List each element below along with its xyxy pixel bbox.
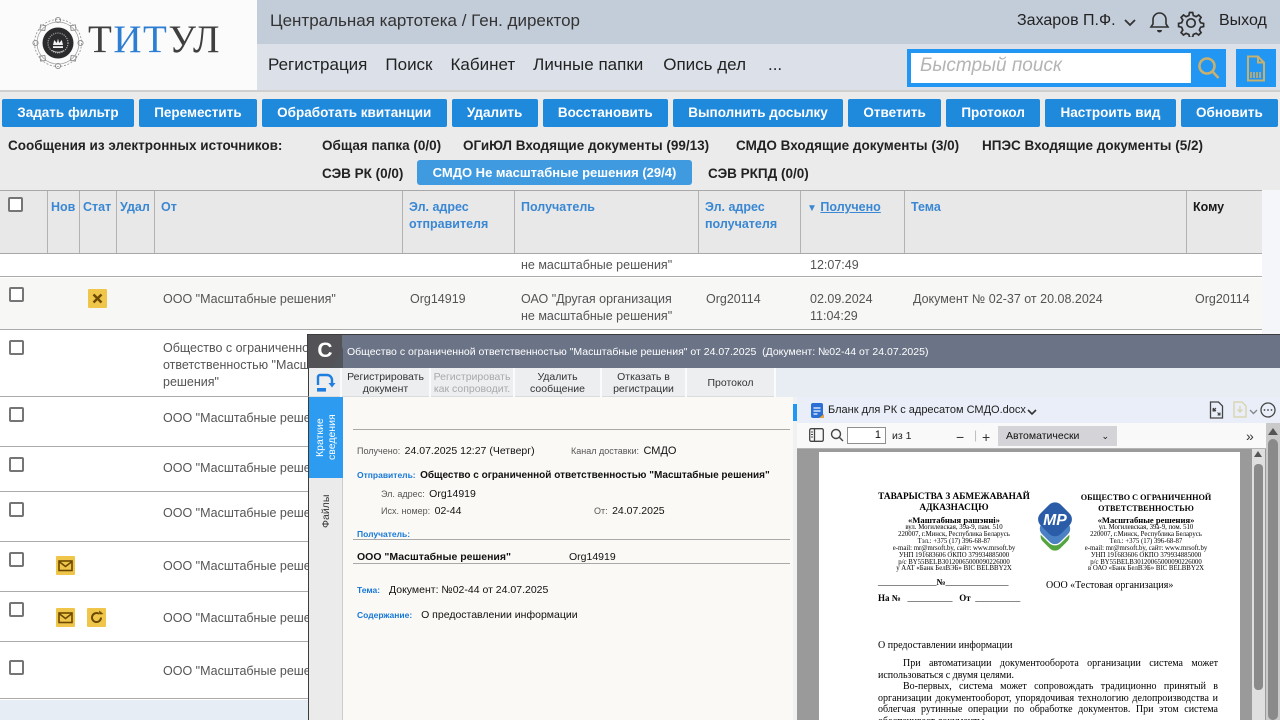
svg-text:МР: МР <box>1043 512 1067 529</box>
